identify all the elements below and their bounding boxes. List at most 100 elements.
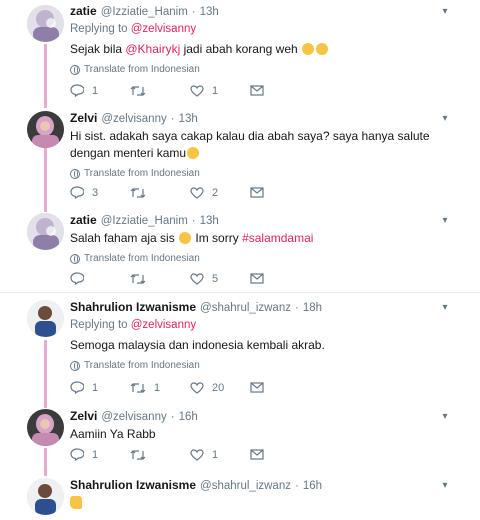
separator: · <box>191 215 196 227</box>
tweet-text-part: Im sorry <box>192 231 243 245</box>
user-handle[interactable]: @shahrul_izwanz <box>200 480 291 492</box>
replying-to-link[interactable]: @zelvisanny <box>131 319 196 331</box>
replying-to: Replying to @zelvisanny <box>70 319 450 331</box>
like-button[interactable]: 5 <box>190 273 250 285</box>
retweet-button[interactable] <box>130 85 190 97</box>
translate-link[interactable]: Translate from Indonesian <box>70 253 450 264</box>
globe-icon <box>70 64 80 75</box>
envelope-icon <box>250 382 264 393</box>
envelope-icon <box>250 449 264 460</box>
direct-message-button[interactable] <box>250 273 310 284</box>
direct-message-button[interactable] <box>250 187 310 198</box>
retweet-icon <box>130 273 146 284</box>
chevron-down-icon[interactable]: ▾ <box>438 301 452 315</box>
translate-link[interactable]: Translate from Indonesian <box>70 64 450 75</box>
display-name[interactable]: Zelvi <box>70 111 97 125</box>
user-handle[interactable]: @zelvisanny <box>101 411 166 423</box>
conversation-divider <box>0 292 480 293</box>
like-button[interactable]: 1 <box>190 449 250 461</box>
tweet-text-part: jadi abah korang weh <box>180 42 301 56</box>
timestamp[interactable]: 13h <box>200 215 219 227</box>
envelope-icon <box>250 273 264 284</box>
like-button[interactable]: 2 <box>190 187 250 199</box>
direct-message-button[interactable] <box>250 85 310 96</box>
retweet-button[interactable] <box>130 449 190 461</box>
reply-button[interactable] <box>70 272 130 285</box>
retweet-icon <box>130 449 146 460</box>
retweet-button[interactable] <box>130 187 190 199</box>
separator: · <box>170 113 175 125</box>
globe-icon <box>70 360 80 371</box>
globe-icon <box>70 253 80 264</box>
tweet[interactable]: Shahrulion Izwanisme @shahrul_izwanz · 1… <box>0 296 480 402</box>
display-name[interactable]: zatie <box>70 4 97 18</box>
avatar[interactable] <box>27 111 64 148</box>
envelope-icon <box>250 85 264 96</box>
reply-button[interactable]: 1 <box>70 381 130 394</box>
chevron-down-icon[interactable]: ▾ <box>438 112 452 126</box>
avatar[interactable] <box>27 478 64 515</box>
reply-icon <box>70 381 84 394</box>
display-name[interactable]: zatie <box>70 213 97 227</box>
direct-message-button[interactable] <box>250 382 310 393</box>
tweet[interactable]: Zelvi @zelvisanny · 16h Aamiin Ya Rabb ▾… <box>0 405 480 471</box>
retweet-icon <box>130 382 146 393</box>
user-handle[interactable]: @zelvisanny <box>101 113 166 125</box>
translate-link[interactable]: Translate from Indonesian <box>70 168 450 179</box>
avatar[interactable] <box>27 213 64 250</box>
reply-count: 1 <box>92 448 99 461</box>
translate-label: Translate from Indonesian <box>84 360 200 371</box>
mention-link[interactable]: @Khairykj <box>125 42 180 56</box>
retweet-count: 1 <box>154 381 161 394</box>
heart-icon <box>190 448 204 461</box>
heart-icon <box>190 84 204 97</box>
display-name[interactable]: Shahrulion Izwanisme <box>70 300 196 314</box>
tweet[interactable]: Shahrulion Izwanisme @shahrul_izwanz · 1… <box>0 474 480 520</box>
retweet-icon <box>130 187 146 198</box>
tweet[interactable]: zatie @Izziatie_Hanim · 13h Salah faham … <box>0 209 480 291</box>
retweet-icon <box>130 85 146 96</box>
translate-link[interactable]: Translate from Indonesian <box>70 360 450 371</box>
reply-button[interactable]: 1 <box>70 448 130 461</box>
display-name[interactable]: Zelvi <box>70 409 97 423</box>
chevron-down-icon[interactable]: ▾ <box>438 5 452 19</box>
tweet[interactable]: zatie @Izziatie_Hanim · 13h Replying to … <box>0 0 480 106</box>
chevron-down-icon[interactable]: ▾ <box>438 214 452 228</box>
timestamp[interactable]: 13h <box>200 6 219 18</box>
avatar[interactable] <box>27 300 64 337</box>
like-count: 5 <box>212 272 219 285</box>
chevron-down-icon[interactable]: ▾ <box>438 410 452 424</box>
reply-button[interactable]: 3 <box>70 186 130 199</box>
timestamp[interactable]: 16h <box>303 480 322 492</box>
user-handle[interactable]: @shahrul_izwanz <box>200 302 291 314</box>
direct-message-button[interactable] <box>250 449 310 460</box>
timestamp[interactable]: 18h <box>303 302 322 314</box>
tweet-text: Aamiin Ya Rabb <box>70 426 450 443</box>
separator: · <box>170 411 175 423</box>
tweet-text: Sejak bila @Khairykj jadi abah korang we… <box>70 41 450 58</box>
tweet-thread: zatie @Izziatie_Hanim · 13h Replying to … <box>0 0 480 520</box>
like-button[interactable]: 1 <box>190 85 250 97</box>
replying-to-link[interactable]: @zelvisanny <box>131 23 196 35</box>
hashtag-link[interactable]: #salamdamai <box>242 231 313 245</box>
replying-to: Replying to @zelvisanny <box>70 23 450 35</box>
tweet[interactable]: Zelvi @zelvisanny · 13h Hi sist. adakah … <box>0 107 480 207</box>
timestamp[interactable]: 16h <box>179 411 198 423</box>
chevron-down-icon[interactable]: ▾ <box>438 479 452 493</box>
avatar[interactable] <box>27 409 64 446</box>
like-button[interactable]: 20 <box>190 382 250 394</box>
reply-icon <box>70 272 84 285</box>
like-count: 2 <box>212 186 219 199</box>
user-handle[interactable]: @Izziatie_Hanim <box>101 215 188 227</box>
display-name[interactable]: Shahrulion Izwanisme <box>70 478 196 492</box>
user-handle[interactable]: @Izziatie_Hanim <box>101 6 188 18</box>
tweet-text-part: Aamiin Ya Rabb <box>70 427 156 441</box>
retweet-button[interactable]: 1 <box>130 382 190 394</box>
retweet-button[interactable] <box>130 273 190 285</box>
like-count: 1 <box>212 84 219 97</box>
reply-button[interactable]: 1 <box>70 84 130 97</box>
heart-icon <box>190 272 204 285</box>
tweet-text-part: Sejak bila <box>70 42 126 56</box>
avatar[interactable] <box>27 5 64 42</box>
timestamp[interactable]: 13h <box>179 113 198 125</box>
